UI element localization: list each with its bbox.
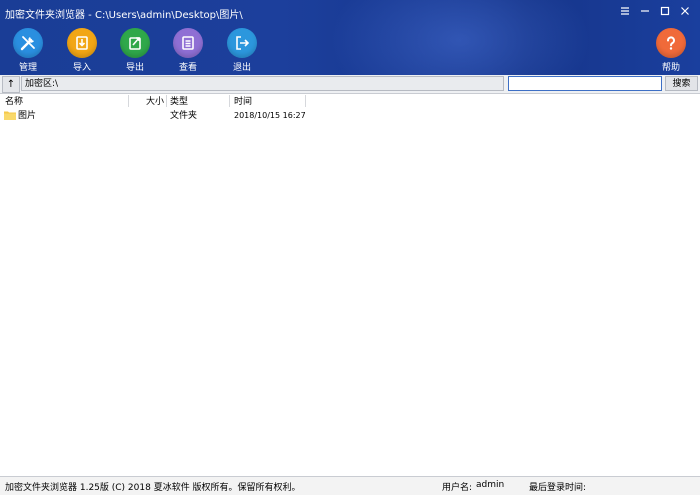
user-value: admin [476,480,505,490]
window-controls [618,4,692,18]
manage-button[interactable]: 管理 [8,28,48,73]
column-separator[interactable] [305,95,306,107]
exit-label: 退出 [232,63,251,73]
exit-circle [227,28,257,58]
view-button[interactable]: 查看 [168,28,208,73]
view-label: 查看 [178,63,197,73]
toolbar: 管理 导入 导出 查看 退出 帮助 [0,28,700,74]
import-button[interactable]: 导入 [62,28,102,73]
title-bar: 加密文件夹浏览器 - C:\Users\admin\Desktop\图片\ 管理 [0,0,700,75]
path-bar: ↑ 加密区:\ 搜索 [0,75,700,94]
help-label: 帮助 [661,63,680,73]
import-label: 导入 [72,63,91,73]
maximize-button[interactable] [658,4,672,18]
exit-button[interactable]: 退出 [222,28,262,73]
close-icon [681,7,689,15]
column-separator[interactable] [128,95,129,107]
import-circle [67,28,97,58]
export-icon [129,37,141,50]
search-button[interactable]: 搜索 [665,76,698,91]
row-time: 2018/10/15 16:27 [234,111,306,120]
row-name: 图片 [18,111,37,121]
column-separator[interactable] [229,95,230,107]
export-button[interactable]: 导出 [115,28,155,73]
help-icon [667,36,675,50]
maximize-icon [660,6,670,16]
status-bar: 加密文件夹浏览器 1.25版 (C) 2018 夏冰软件 版权所有。保留所有权利… [0,476,700,495]
up-folder-button[interactable]: ↑ [2,76,20,93]
manage-circle [13,28,43,58]
folder-icon [4,111,16,120]
exit-icon [236,36,250,50]
column-type[interactable]: 类型 [170,96,188,108]
import-icon [76,36,88,50]
search-input[interactable] [508,76,662,91]
copyright-text: 加密文件夹浏览器 1.25版 (C) 2018 夏冰软件 版权所有。保留所有权利… [5,483,301,493]
window-title: 加密文件夹浏览器 - C:\Users\admin\Desktop\图片\ [5,10,243,21]
column-size[interactable]: 大小 [146,96,164,108]
minimize-button[interactable] [638,4,652,18]
row-type: 文件夹 [170,111,198,121]
close-button[interactable] [678,4,692,18]
export-circle [120,28,150,58]
table-row[interactable]: 图片 文件夹 2018/10/15 16:27 [0,109,700,123]
tools-icon [20,36,35,51]
minimize-icon [641,10,649,12]
list-header: 名称 大小 类型 时间 [0,94,700,108]
view-circle [173,28,203,58]
user-label: 用户名: [442,483,473,493]
manage-label: 管理 [18,63,37,73]
path-field[interactable]: 加密区:\ [21,76,504,91]
help-button[interactable]: 帮助 [651,28,691,73]
column-separator[interactable] [166,95,167,107]
help-circle [656,28,686,58]
last-login-label: 最后登录时间: [529,483,587,493]
menu-icon [621,7,629,15]
export-label: 导出 [125,63,144,73]
view-icon [182,36,194,50]
column-name[interactable]: 名称 [5,96,23,108]
column-time[interactable]: 时间 [234,96,252,108]
settings-menu-button[interactable] [618,4,632,18]
